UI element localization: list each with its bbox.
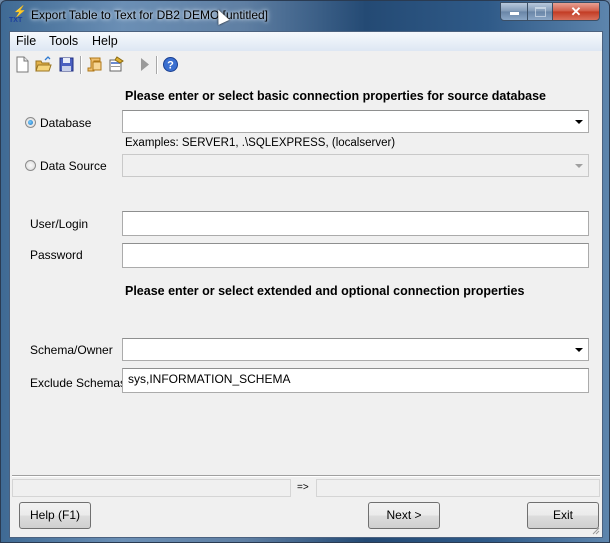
status-left-box (12, 479, 291, 497)
exclude-schemas-label: Exclude Schemas (30, 376, 127, 390)
open-button[interactable] (35, 56, 52, 73)
exclude-schemas-value: sys,INFORMATION_SCHEMA (128, 372, 291, 386)
exclude-schemas-input[interactable]: sys,INFORMATION_SCHEMA (122, 368, 589, 393)
status-divider (12, 475, 600, 477)
examples-hint: Examples: SERVER1, .\SQLEXPRESS, (locals… (125, 137, 396, 149)
maximize-icon (534, 7, 546, 17)
schema-owner-label: Schema/Owner (30, 343, 113, 357)
properties-button[interactable] (108, 56, 125, 73)
window-title: Export Table to Text for DB2 DEMO [untit… (31, 8, 268, 22)
database-label: Database (40, 116, 92, 130)
data-source-label: Data Source (40, 159, 107, 173)
toolbar-separator (156, 56, 158, 74)
close-button[interactable]: ✕ (552, 2, 600, 21)
save-button[interactable] (58, 56, 75, 73)
schema-owner-combobox[interactable] (122, 338, 589, 361)
help-toolbar-button[interactable]: ? (162, 56, 179, 73)
script-button[interactable] (86, 56, 103, 73)
script-scroll-icon (87, 57, 102, 72)
play-icon (141, 58, 149, 71)
minimize-button[interactable] (500, 2, 528, 21)
password-input[interactable] (122, 243, 589, 268)
open-folder-icon (35, 56, 52, 72)
menu-tools[interactable]: Tools (49, 34, 78, 48)
extended-properties-heading: Please enter or select extended and opti… (125, 284, 525, 298)
new-document-icon (16, 56, 29, 73)
title-bar[interactable]: ⚡ TXT Export Table to Text for DB2 DEMO … (1, 1, 609, 31)
connection-form: Please enter or select basic connection … (10, 79, 602, 537)
chevron-down-icon[interactable] (575, 348, 583, 352)
toolbar-separator (80, 56, 82, 74)
data-source-combobox[interactable] (122, 154, 589, 177)
database-combobox[interactable] (122, 110, 589, 133)
close-icon: ✕ (570, 4, 582, 19)
exit-button[interactable]: Exit (527, 502, 599, 529)
menu-help[interactable]: Help (92, 34, 118, 48)
status-right-box (316, 479, 600, 497)
resize-grip-icon[interactable] (592, 527, 600, 535)
chevron-down-icon[interactable] (575, 164, 583, 168)
help-icon: ? (163, 57, 178, 72)
save-disk-icon (59, 57, 74, 72)
menu-file[interactable]: File (16, 34, 36, 48)
database-radio[interactable] (25, 117, 36, 128)
user-login-input[interactable] (122, 211, 589, 236)
new-document-button[interactable] (14, 56, 31, 73)
client-area: File Tools Help ? Please enter or select… (9, 31, 603, 538)
help-button[interactable]: Help (F1) (19, 502, 91, 529)
app-icon-text: TXT (9, 17, 23, 24)
chevron-down-icon[interactable] (575, 120, 583, 124)
minimize-icon (509, 12, 519, 15)
next-button[interactable]: Next > (368, 502, 440, 529)
app-icon: ⚡ TXT (9, 7, 27, 25)
toolbar: ? (10, 52, 602, 78)
user-login-label: User/Login (30, 217, 89, 231)
maximize-button[interactable] (527, 2, 553, 21)
svg-text:?: ? (167, 60, 174, 72)
run-button[interactable] (136, 56, 153, 73)
status-arrow: => (297, 482, 309, 493)
basic-properties-heading: Please enter or select basic connection … (125, 89, 546, 103)
password-label: Password (30, 248, 83, 262)
menu-bar: File Tools Help (10, 32, 602, 51)
data-source-radio[interactable] (25, 160, 36, 171)
properties-icon (109, 56, 124, 72)
app-window: ⚡ TXT Export Table to Text for DB2 DEMO … (0, 0, 610, 543)
